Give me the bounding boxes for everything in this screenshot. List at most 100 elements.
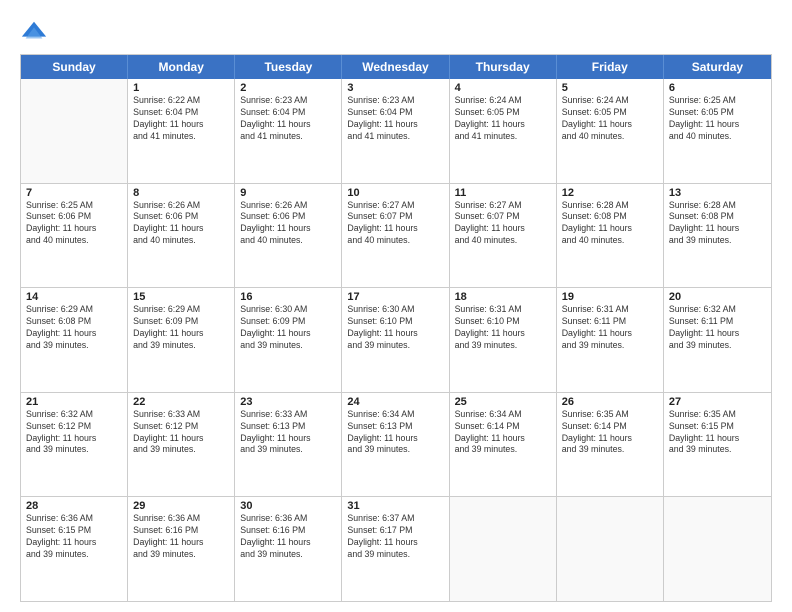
- day-info: Sunrise: 6:22 AM Sunset: 6:04 PM Dayligh…: [133, 95, 229, 143]
- calendar-row-0: 1Sunrise: 6:22 AM Sunset: 6:04 PM Daylig…: [21, 79, 771, 183]
- day-number: 1: [133, 82, 229, 94]
- header-day-wednesday: Wednesday: [342, 55, 449, 79]
- calendar-cell: 11Sunrise: 6:27 AM Sunset: 6:07 PM Dayli…: [450, 184, 557, 288]
- day-info: Sunrise: 6:23 AM Sunset: 6:04 PM Dayligh…: [240, 95, 336, 143]
- day-number: 7: [26, 187, 122, 199]
- day-info: Sunrise: 6:36 AM Sunset: 6:15 PM Dayligh…: [26, 513, 122, 561]
- calendar-cell: [21, 79, 128, 183]
- calendar-cell: [557, 497, 664, 601]
- day-info: Sunrise: 6:24 AM Sunset: 6:05 PM Dayligh…: [455, 95, 551, 143]
- day-info: Sunrise: 6:35 AM Sunset: 6:14 PM Dayligh…: [562, 409, 658, 457]
- day-info: Sunrise: 6:25 AM Sunset: 6:06 PM Dayligh…: [26, 200, 122, 248]
- calendar-cell: 16Sunrise: 6:30 AM Sunset: 6:09 PM Dayli…: [235, 288, 342, 392]
- day-info: Sunrise: 6:32 AM Sunset: 6:11 PM Dayligh…: [669, 304, 766, 352]
- day-number: 6: [669, 82, 766, 94]
- day-info: Sunrise: 6:31 AM Sunset: 6:11 PM Dayligh…: [562, 304, 658, 352]
- day-number: 24: [347, 396, 443, 408]
- calendar-cell: 3Sunrise: 6:23 AM Sunset: 6:04 PM Daylig…: [342, 79, 449, 183]
- day-number: 23: [240, 396, 336, 408]
- day-number: 11: [455, 187, 551, 199]
- day-info: Sunrise: 6:32 AM Sunset: 6:12 PM Dayligh…: [26, 409, 122, 457]
- day-info: Sunrise: 6:30 AM Sunset: 6:09 PM Dayligh…: [240, 304, 336, 352]
- day-info: Sunrise: 6:26 AM Sunset: 6:06 PM Dayligh…: [240, 200, 336, 248]
- day-number: 28: [26, 500, 122, 512]
- calendar-cell: 10Sunrise: 6:27 AM Sunset: 6:07 PM Dayli…: [342, 184, 449, 288]
- calendar-cell: 29Sunrise: 6:36 AM Sunset: 6:16 PM Dayli…: [128, 497, 235, 601]
- day-info: Sunrise: 6:35 AM Sunset: 6:15 PM Dayligh…: [669, 409, 766, 457]
- day-info: Sunrise: 6:23 AM Sunset: 6:04 PM Dayligh…: [347, 95, 443, 143]
- calendar-cell: [664, 497, 771, 601]
- calendar-row-1: 7Sunrise: 6:25 AM Sunset: 6:06 PM Daylig…: [21, 183, 771, 288]
- day-info: Sunrise: 6:27 AM Sunset: 6:07 PM Dayligh…: [455, 200, 551, 248]
- calendar-cell: 15Sunrise: 6:29 AM Sunset: 6:09 PM Dayli…: [128, 288, 235, 392]
- day-info: Sunrise: 6:37 AM Sunset: 6:17 PM Dayligh…: [347, 513, 443, 561]
- day-number: 10: [347, 187, 443, 199]
- day-number: 18: [455, 291, 551, 303]
- calendar-row-4: 28Sunrise: 6:36 AM Sunset: 6:15 PM Dayli…: [21, 496, 771, 601]
- day-number: 15: [133, 291, 229, 303]
- calendar-cell: 31Sunrise: 6:37 AM Sunset: 6:17 PM Dayli…: [342, 497, 449, 601]
- day-number: 29: [133, 500, 229, 512]
- day-number: 31: [347, 500, 443, 512]
- day-number: 14: [26, 291, 122, 303]
- day-info: Sunrise: 6:33 AM Sunset: 6:13 PM Dayligh…: [240, 409, 336, 457]
- day-info: Sunrise: 6:29 AM Sunset: 6:08 PM Dayligh…: [26, 304, 122, 352]
- calendar-cell: 12Sunrise: 6:28 AM Sunset: 6:08 PM Dayli…: [557, 184, 664, 288]
- calendar-cell: 6Sunrise: 6:25 AM Sunset: 6:05 PM Daylig…: [664, 79, 771, 183]
- day-number: 20: [669, 291, 766, 303]
- calendar-body: 1Sunrise: 6:22 AM Sunset: 6:04 PM Daylig…: [21, 79, 771, 601]
- calendar-cell: 21Sunrise: 6:32 AM Sunset: 6:12 PM Dayli…: [21, 393, 128, 497]
- day-info: Sunrise: 6:30 AM Sunset: 6:10 PM Dayligh…: [347, 304, 443, 352]
- logo: [20, 18, 52, 46]
- calendar-cell: 30Sunrise: 6:36 AM Sunset: 6:16 PM Dayli…: [235, 497, 342, 601]
- day-info: Sunrise: 6:28 AM Sunset: 6:08 PM Dayligh…: [669, 200, 766, 248]
- day-number: 26: [562, 396, 658, 408]
- header-day-saturday: Saturday: [664, 55, 771, 79]
- day-number: 30: [240, 500, 336, 512]
- calendar-cell: 2Sunrise: 6:23 AM Sunset: 6:04 PM Daylig…: [235, 79, 342, 183]
- calendar-cell: 4Sunrise: 6:24 AM Sunset: 6:05 PM Daylig…: [450, 79, 557, 183]
- calendar-cell: [450, 497, 557, 601]
- calendar-cell: 27Sunrise: 6:35 AM Sunset: 6:15 PM Dayli…: [664, 393, 771, 497]
- day-info: Sunrise: 6:29 AM Sunset: 6:09 PM Dayligh…: [133, 304, 229, 352]
- header: [20, 18, 772, 46]
- page: SundayMondayTuesdayWednesdayThursdayFrid…: [0, 0, 792, 612]
- calendar-cell: 22Sunrise: 6:33 AM Sunset: 6:12 PM Dayli…: [128, 393, 235, 497]
- calendar-cell: 19Sunrise: 6:31 AM Sunset: 6:11 PM Dayli…: [557, 288, 664, 392]
- day-number: 9: [240, 187, 336, 199]
- calendar-cell: 7Sunrise: 6:25 AM Sunset: 6:06 PM Daylig…: [21, 184, 128, 288]
- day-info: Sunrise: 6:24 AM Sunset: 6:05 PM Dayligh…: [562, 95, 658, 143]
- header-day-thursday: Thursday: [450, 55, 557, 79]
- day-number: 12: [562, 187, 658, 199]
- calendar-cell: 14Sunrise: 6:29 AM Sunset: 6:08 PM Dayli…: [21, 288, 128, 392]
- calendar-cell: 24Sunrise: 6:34 AM Sunset: 6:13 PM Dayli…: [342, 393, 449, 497]
- day-number: 27: [669, 396, 766, 408]
- calendar-cell: 17Sunrise: 6:30 AM Sunset: 6:10 PM Dayli…: [342, 288, 449, 392]
- calendar-cell: 13Sunrise: 6:28 AM Sunset: 6:08 PM Dayli…: [664, 184, 771, 288]
- day-number: 4: [455, 82, 551, 94]
- calendar-row-2: 14Sunrise: 6:29 AM Sunset: 6:08 PM Dayli…: [21, 287, 771, 392]
- day-number: 3: [347, 82, 443, 94]
- day-info: Sunrise: 6:26 AM Sunset: 6:06 PM Dayligh…: [133, 200, 229, 248]
- day-number: 19: [562, 291, 658, 303]
- calendar-cell: 20Sunrise: 6:32 AM Sunset: 6:11 PM Dayli…: [664, 288, 771, 392]
- day-number: 21: [26, 396, 122, 408]
- calendar-cell: 5Sunrise: 6:24 AM Sunset: 6:05 PM Daylig…: [557, 79, 664, 183]
- calendar-cell: 25Sunrise: 6:34 AM Sunset: 6:14 PM Dayli…: [450, 393, 557, 497]
- header-day-sunday: Sunday: [21, 55, 128, 79]
- calendar-cell: 26Sunrise: 6:35 AM Sunset: 6:14 PM Dayli…: [557, 393, 664, 497]
- day-number: 22: [133, 396, 229, 408]
- day-info: Sunrise: 6:25 AM Sunset: 6:05 PM Dayligh…: [669, 95, 766, 143]
- day-info: Sunrise: 6:31 AM Sunset: 6:10 PM Dayligh…: [455, 304, 551, 352]
- header-day-friday: Friday: [557, 55, 664, 79]
- day-info: Sunrise: 6:34 AM Sunset: 6:14 PM Dayligh…: [455, 409, 551, 457]
- day-info: Sunrise: 6:36 AM Sunset: 6:16 PM Dayligh…: [240, 513, 336, 561]
- day-number: 8: [133, 187, 229, 199]
- day-info: Sunrise: 6:36 AM Sunset: 6:16 PM Dayligh…: [133, 513, 229, 561]
- header-day-tuesday: Tuesday: [235, 55, 342, 79]
- day-number: 17: [347, 291, 443, 303]
- header-day-monday: Monday: [128, 55, 235, 79]
- calendar-cell: 8Sunrise: 6:26 AM Sunset: 6:06 PM Daylig…: [128, 184, 235, 288]
- calendar-cell: 1Sunrise: 6:22 AM Sunset: 6:04 PM Daylig…: [128, 79, 235, 183]
- day-info: Sunrise: 6:33 AM Sunset: 6:12 PM Dayligh…: [133, 409, 229, 457]
